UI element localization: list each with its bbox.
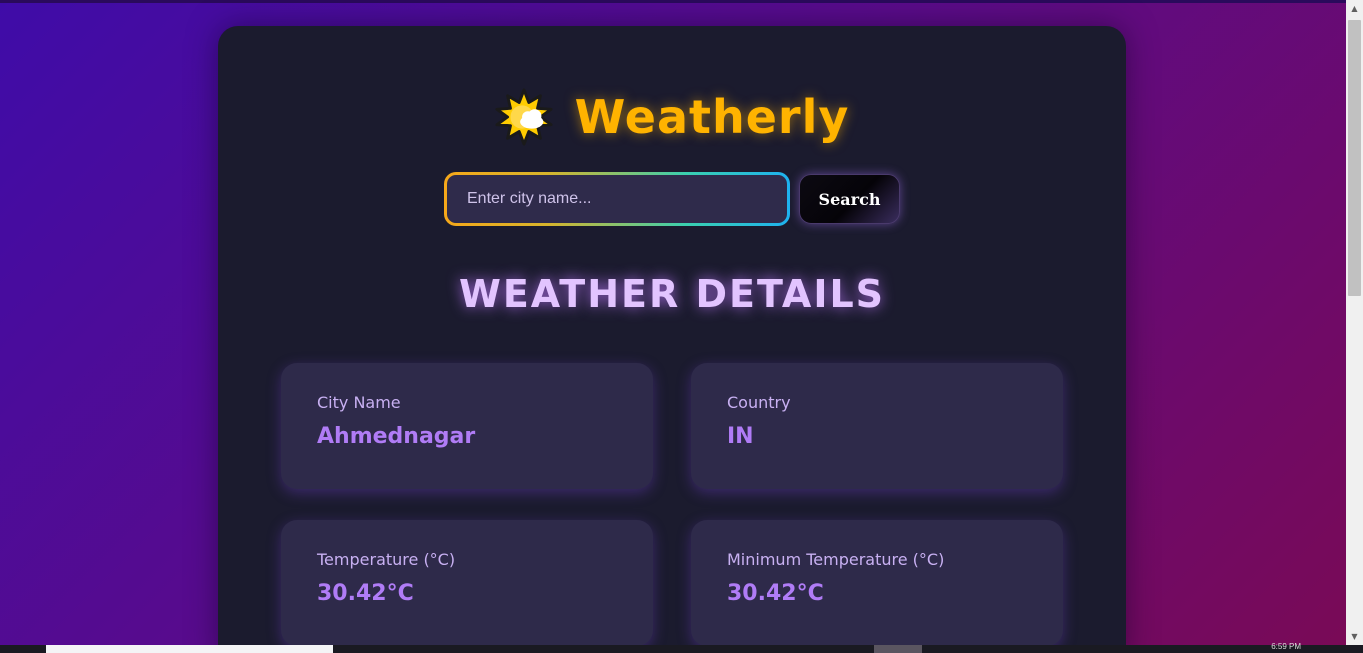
detail-value: 30.42°C xyxy=(727,581,824,606)
app-title: Weatherly xyxy=(574,90,850,144)
detail-tile-temperature: Temperature (°C) 30.42°C xyxy=(281,520,653,646)
detail-value: IN xyxy=(727,424,754,449)
city-search-input[interactable] xyxy=(447,175,787,223)
taskbar-app-button[interactable] xyxy=(874,645,922,653)
vertical-scrollbar[interactable]: ▲ ▼ xyxy=(1346,0,1363,645)
weather-card: Weatherly Search WEATHER DETAILS City Na… xyxy=(218,26,1126,653)
search-bar: Search xyxy=(444,172,900,226)
app-header: Weatherly xyxy=(218,88,1126,146)
detail-label: Temperature (°C) xyxy=(317,550,456,569)
detail-value: Ahmednagar xyxy=(317,424,476,449)
detail-tile-min-temperature: Minimum Temperature (°C) 30.42°C xyxy=(691,520,1063,646)
detail-label: Minimum Temperature (°C) xyxy=(727,550,945,569)
taskbar-search-box[interactable] xyxy=(46,645,333,653)
taskbar-clock: 6:59 PM xyxy=(1271,642,1301,651)
sun-behind-cloud-icon xyxy=(495,88,553,146)
search-button[interactable]: Search xyxy=(799,174,900,224)
detail-value: 30.42°C xyxy=(317,581,414,606)
browser-top-edge xyxy=(0,0,1346,3)
os-taskbar: 6:59 PM xyxy=(0,642,1363,653)
detail-tile-country: Country IN xyxy=(691,363,1063,489)
detail-label: Country xyxy=(727,393,791,412)
scroll-thumb[interactable] xyxy=(1348,20,1361,296)
scroll-down-arrow-icon[interactable]: ▼ xyxy=(1346,628,1363,645)
search-input-frame xyxy=(444,172,790,226)
detail-tile-city: City Name Ahmednagar xyxy=(281,363,653,489)
detail-label: City Name xyxy=(317,393,401,412)
scroll-up-arrow-icon[interactable]: ▲ xyxy=(1346,0,1363,17)
section-title: WEATHER DETAILS xyxy=(458,272,886,316)
